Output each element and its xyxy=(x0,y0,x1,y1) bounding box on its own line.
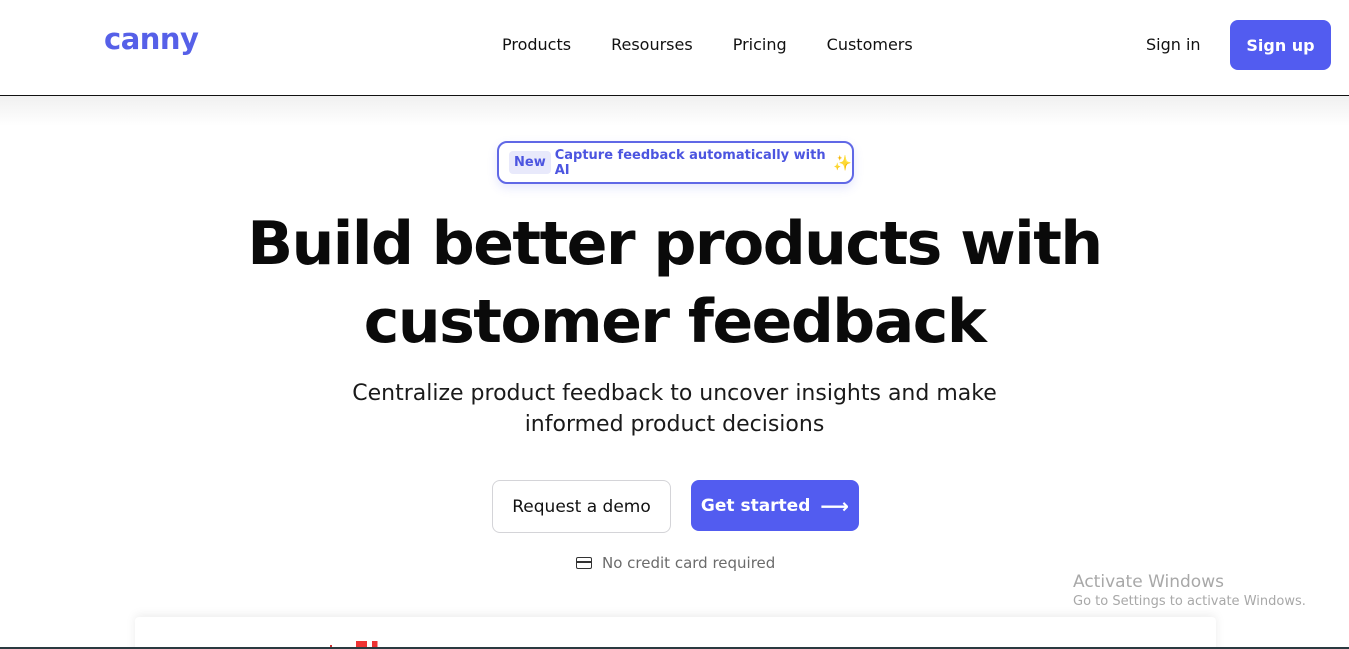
canny-logo[interactable]: canny xyxy=(104,22,199,56)
arrow-right-icon: ⟶ xyxy=(820,493,850,518)
credit-card-icon xyxy=(576,557,592,569)
hero-title-line-1: Build better products with xyxy=(247,209,1103,279)
product-preview-panel xyxy=(135,617,1216,649)
watermark-title: Activate Windows xyxy=(1073,572,1224,592)
new-badge: New xyxy=(509,151,551,174)
watermark-subtitle: Go to Settings to activate Windows. xyxy=(1073,594,1306,609)
header-shadow xyxy=(0,96,1349,126)
get-started-button[interactable]: Get started ⟶ xyxy=(691,480,859,531)
nav-customers[interactable]: Customers xyxy=(827,35,913,54)
nav-products[interactable]: Products xyxy=(502,35,571,54)
main-nav: Products Resourses Pricing Customers xyxy=(502,35,913,54)
announcement-text: Capture feedback automatically with AI xyxy=(554,147,826,178)
no-credit-card-text: No credit card required xyxy=(602,554,776,572)
announcement-pill[interactable]: New Capture feedback automatically with … xyxy=(497,141,854,184)
hero-title: Build better products with customer feed… xyxy=(0,205,1349,361)
sign-in-link[interactable]: Sign in xyxy=(1146,35,1201,54)
site-header: canny Products Resourses Pricing Custome… xyxy=(0,0,1349,96)
hero-subtitle-line-1: Centralize product feedback to uncover i… xyxy=(352,381,997,406)
windows-activation-watermark: Activate Windows Go to Settings to activ… xyxy=(1073,572,1306,609)
nav-resources[interactable]: Resourses xyxy=(611,35,693,54)
no-credit-card-note: No credit card required xyxy=(576,554,775,572)
request-demo-button[interactable]: Request a demo xyxy=(492,480,671,533)
sparkle-icon: ✨ xyxy=(833,154,852,172)
nav-pricing[interactable]: Pricing xyxy=(733,35,787,54)
sign-up-button[interactable]: Sign up xyxy=(1230,20,1331,70)
hero-subtitle: Centralize product feedback to uncover i… xyxy=(0,378,1349,440)
get-started-label: Get started xyxy=(700,495,811,516)
hero-subtitle-line-2: informed product decisions xyxy=(524,412,825,437)
hero-title-line-2: customer feedback xyxy=(363,287,987,357)
